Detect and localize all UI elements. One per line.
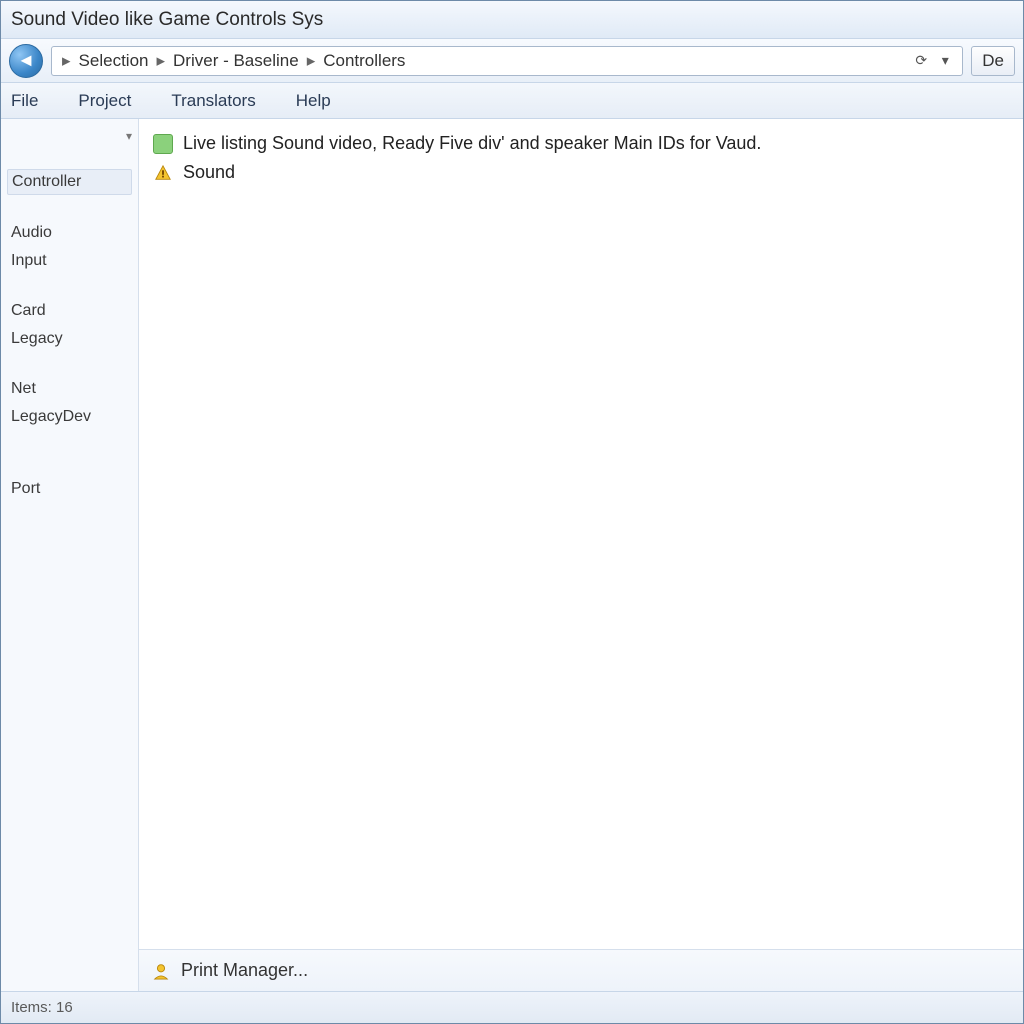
sidebar-item-legacy[interactable]: Legacy (7, 327, 132, 351)
menu-file[interactable]: File (11, 91, 38, 111)
sidebar-item-card[interactable]: Card (7, 299, 132, 323)
sidebar-item-net[interactable]: Net (7, 377, 132, 401)
main-panel: Live listing Sound video, Ready Five div… (139, 119, 1023, 991)
sidebar-item-input[interactable]: Input (7, 249, 132, 273)
list-item[interactable]: Live listing Sound video, Ready Five div… (151, 129, 1011, 158)
back-arrow-icon: ◄ (17, 50, 35, 71)
warning-icon (153, 163, 173, 183)
sidebar-header[interactable]: ▾ (7, 129, 132, 143)
list-area[interactable]: Live listing Sound video, Ready Five div… (139, 119, 1023, 949)
sidebar-item-legacydev[interactable]: LegacyDev (7, 405, 132, 429)
nav-back-button[interactable]: ◄ (9, 44, 43, 78)
window: Sound Video like Game Controls Sys ◄ ▸ S… (0, 0, 1024, 1024)
list-item-label: Sound (183, 162, 235, 183)
search-button[interactable]: De (971, 46, 1015, 76)
status-text: Items: 16 (11, 999, 73, 1016)
breadcrumb-seg-2[interactable]: Driver - Baseline (173, 51, 299, 71)
sidebar-item-controller[interactable]: Controller (7, 169, 132, 195)
refresh-icon[interactable]: ⟳ (912, 52, 930, 70)
sidebar-item-audio[interactable]: Audio (7, 221, 132, 245)
menu-project[interactable]: Project (78, 91, 131, 111)
titlebar: Sound Video like Game Controls Sys (1, 1, 1023, 39)
body-split: ▾ Controller Audio Input Card Legacy Net… (1, 119, 1023, 991)
chevron-down-icon[interactable]: ▾ (936, 52, 954, 70)
menu-bar: File Project Translators Help (1, 83, 1023, 119)
menu-translators[interactable]: Translators (171, 91, 255, 111)
list-item[interactable]: Sound (151, 158, 1011, 187)
breadcrumb-seg-1[interactable]: Selection (79, 51, 149, 71)
spacer (7, 355, 132, 373)
details-pane-label: Print Manager... (181, 960, 308, 981)
details-pane: Print Manager... (139, 949, 1023, 991)
spacer (7, 199, 132, 217)
window-title: Sound Video like Game Controls Sys (11, 9, 323, 31)
spacer (7, 433, 132, 451)
breadcrumb-seg-3[interactable]: Controllers (323, 51, 405, 71)
sidebar-item-port[interactable]: Port (7, 477, 132, 501)
list-item-label: Live listing Sound video, Ready Five div… (183, 133, 761, 154)
sidebar: ▾ Controller Audio Input Card Legacy Net… (1, 119, 139, 991)
user-icon (151, 961, 171, 981)
spacer (7, 455, 132, 473)
device-ok-icon (153, 134, 173, 154)
address-bar: ◄ ▸ Selection ▸ Driver - Baseline ▸ Cont… (1, 39, 1023, 83)
chevron-right-icon: ▸ (60, 51, 73, 71)
status-bar: Items: 16 (1, 991, 1023, 1023)
chevron-right-icon: ▸ (305, 51, 318, 71)
chevron-down-icon: ▾ (126, 129, 132, 143)
chevron-right-icon: ▸ (154, 51, 167, 71)
menu-help[interactable]: Help (296, 91, 331, 111)
breadcrumb[interactable]: ▸ Selection ▸ Driver - Baseline ▸ Contro… (51, 46, 963, 76)
spacer (7, 277, 132, 295)
spacer (7, 147, 132, 165)
